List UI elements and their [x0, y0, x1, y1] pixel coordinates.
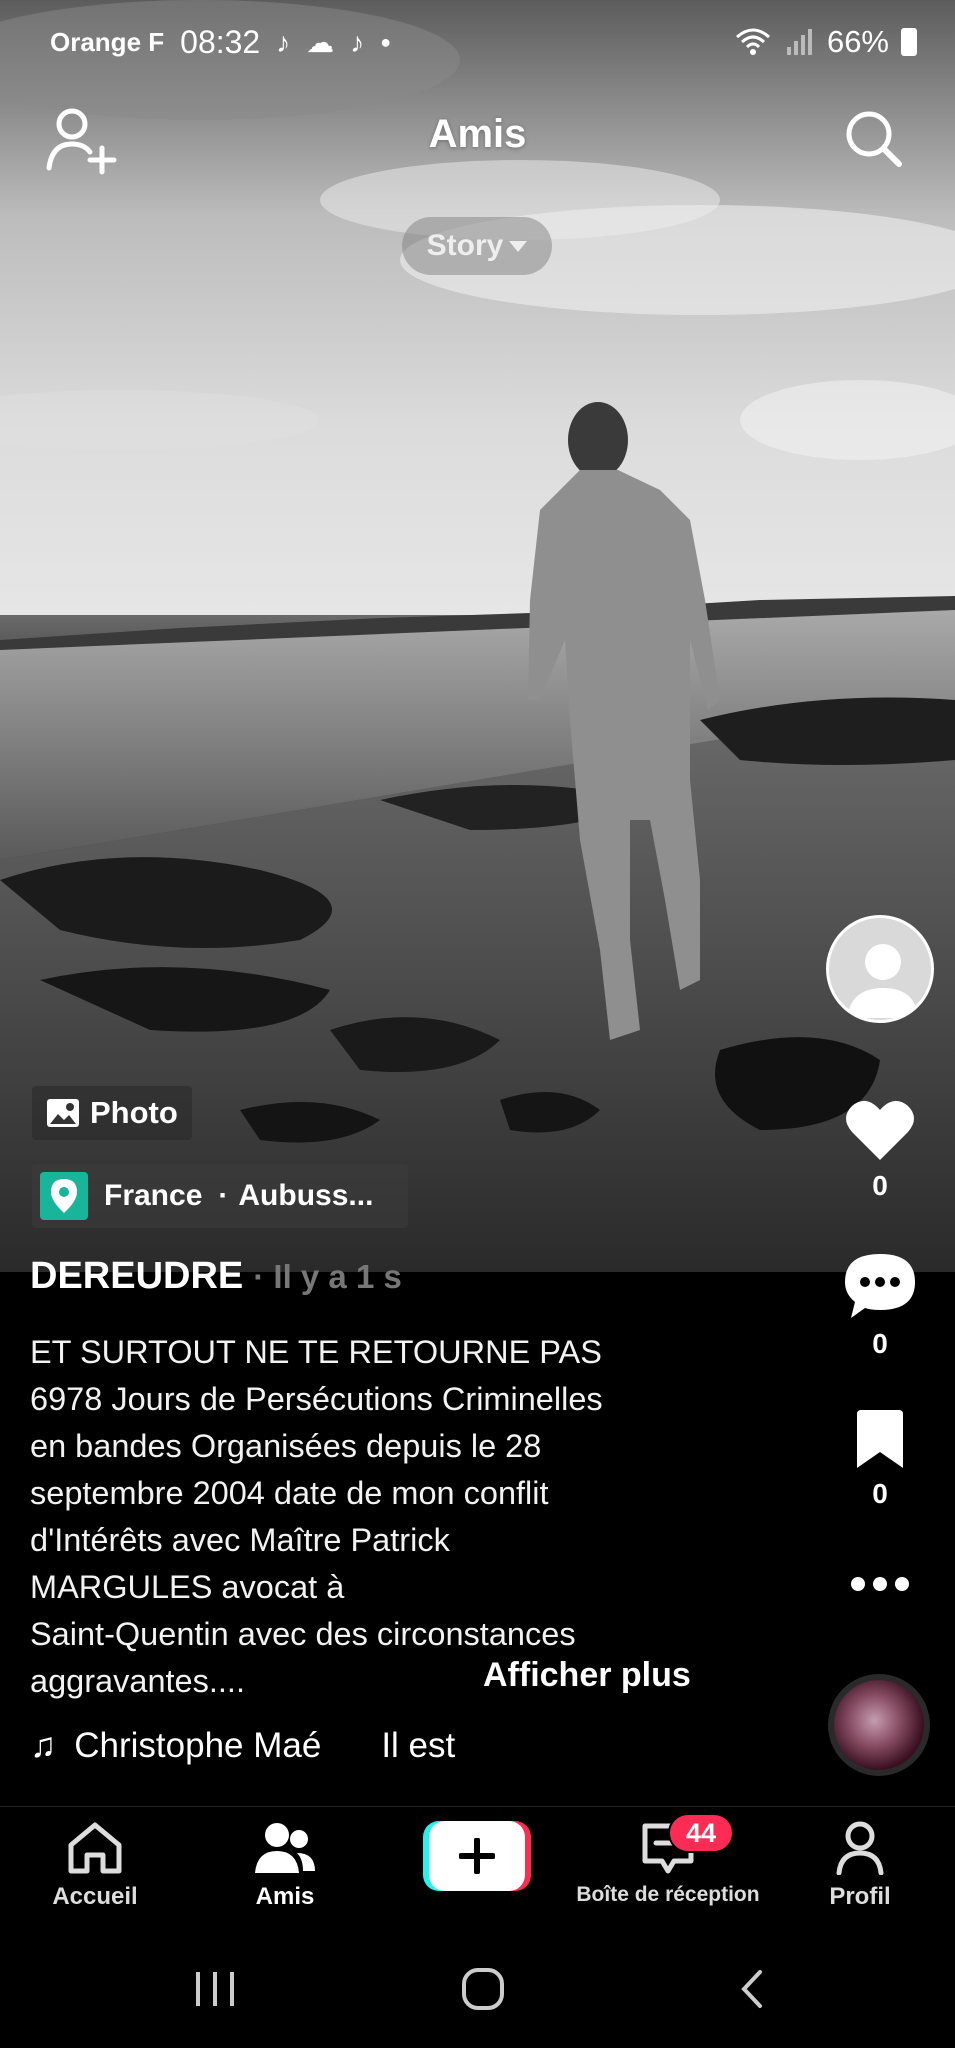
search-icon[interactable]	[841, 106, 905, 170]
post-photo[interactable]	[0, 0, 955, 1272]
wifi-icon	[735, 28, 770, 55]
nav-friends-label: Amis	[255, 1883, 315, 1910]
battery-percent: 66%	[826, 24, 889, 59]
music-title: Il est	[381, 1726, 456, 1765]
nav-home[interactable]: Accueil	[0, 1821, 190, 1911]
status-bar: Orange F 08:32 ♪ ☁ ♪ ● 66%	[0, 0, 955, 86]
tiktok-notification-icon-2: ♪	[350, 26, 365, 58]
comment-button[interactable]: 0	[830, 1250, 930, 1360]
profile-icon	[836, 1821, 884, 1875]
plus-icon	[429, 1821, 525, 1891]
create-post-button[interactable]	[423, 1821, 531, 1891]
caption-line: 6978 Jours de Persécutions Criminelles	[30, 1381, 603, 1417]
clock: 08:32	[180, 24, 261, 60]
image-icon	[47, 1099, 79, 1127]
recent-apps-icon[interactable]	[196, 1972, 234, 2006]
system-nav-bar	[0, 1928, 955, 2048]
author-avatar[interactable]	[826, 915, 934, 1023]
caption-line: d'Intérêts avec Maître Patrick	[30, 1522, 450, 1558]
bookmark-icon	[857, 1410, 903, 1468]
post-caption[interactable]: ET SURTOUT NE TE RETOURNE PAS 6978 Jours…	[30, 1329, 720, 1705]
location-separator: ·	[218, 1179, 229, 1212]
nav-inbox-label: Boîte de réception	[576, 1883, 760, 1906]
signal-icon	[786, 29, 812, 55]
story-label: Story	[426, 229, 504, 262]
story-dropdown[interactable]: Story	[402, 217, 552, 275]
beach-scene-image	[0, 0, 955, 1272]
heart-icon	[846, 1100, 914, 1160]
caret-down-icon	[509, 240, 528, 252]
author-name[interactable]: DEREUDRE · Il y a 1 s	[30, 1255, 402, 1298]
nav-home-label: Accueil	[52, 1883, 138, 1910]
home-icon	[68, 1822, 122, 1874]
friends-icon	[255, 1823, 315, 1873]
caption-line: septembre 2004 date de mon conflit	[30, 1475, 549, 1511]
music-info[interactable]: ♫ Christophe Maé Il est	[30, 1726, 455, 1766]
location-place: Aubuss...	[238, 1179, 374, 1212]
caption-line: en bandes Organisées depuis le 28	[30, 1428, 542, 1464]
caption-line: MARGULES avocat à	[30, 1569, 345, 1605]
cloud-icon: ☁	[306, 27, 335, 58]
tiktok-notification-icon: ♪	[276, 26, 291, 58]
page-title: Amis	[428, 112, 527, 156]
music-artist: Christophe Maé	[74, 1726, 322, 1765]
music-disc[interactable]	[828, 1674, 930, 1776]
dot-icon: ●	[380, 32, 392, 52]
caption-line: Saint-Quentin avec des circonstances	[30, 1616, 576, 1652]
more-dots-icon	[851, 1577, 909, 1591]
comment-icon	[845, 1254, 915, 1318]
location-tag[interactable]: France · Aubuss...	[32, 1164, 408, 1228]
nav-profile-label: Profil	[829, 1883, 891, 1910]
carrier-label: Orange F	[50, 27, 165, 57]
bottom-nav: Accueil Amis Boîte de réception 44 Profi…	[0, 1807, 955, 1927]
nav-friends[interactable]: Amis	[190, 1821, 380, 1911]
show-more-link[interactable]: Afficher plus	[483, 1656, 691, 1695]
inbox-badge: 44	[668, 1813, 734, 1853]
location-country: France	[104, 1179, 203, 1212]
back-icon[interactable]	[741, 1970, 762, 2008]
post-time: · Il y a 1 s	[253, 1258, 402, 1295]
music-note-icon: ♫	[30, 1726, 57, 1765]
top-bar: Amis	[0, 96, 955, 186]
save-count: 0	[872, 1478, 888, 1509]
photo-tag-label: Photo	[90, 1095, 178, 1130]
author-username[interactable]: DEREUDRE	[30, 1255, 243, 1297]
caption-line: ET SURTOUT NE TE RETOURNE PAS	[30, 1334, 602, 1370]
photo-tag: Photo	[32, 1086, 192, 1140]
home-system-icon[interactable]	[462, 1968, 504, 2010]
nav-profile[interactable]: Profil	[765, 1821, 955, 1911]
save-button[interactable]: 0	[830, 1410, 930, 1510]
location-pin-icon	[40, 1172, 88, 1220]
more-options-button[interactable]	[830, 1574, 930, 1594]
like-count: 0	[872, 1170, 888, 1201]
battery-icon	[901, 28, 917, 56]
like-button[interactable]: 0	[830, 1098, 930, 1202]
comment-count: 0	[872, 1328, 888, 1359]
